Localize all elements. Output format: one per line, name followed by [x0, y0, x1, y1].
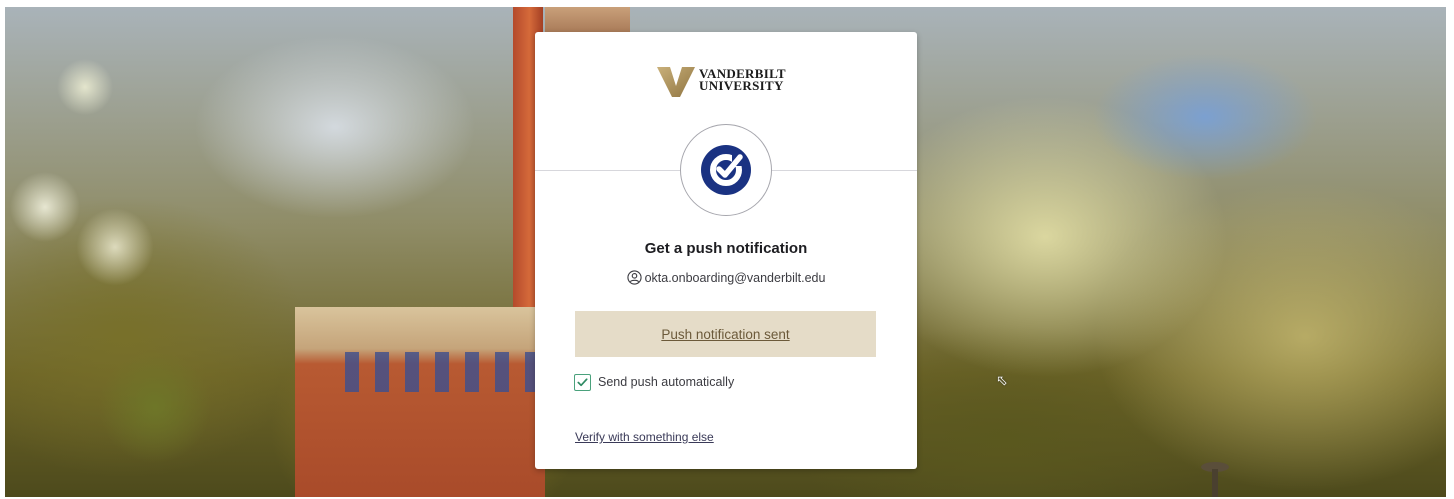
vanderbilt-v-icon [657, 67, 695, 97]
building-windows [345, 352, 535, 392]
campus-building [295, 307, 545, 497]
tower-top [545, 7, 630, 35]
send-push-auto-checkbox[interactable] [574, 374, 591, 391]
university-name: VANDERBILT UNIVERSITY [699, 67, 786, 93]
checkmark-icon [577, 378, 588, 387]
foliage-left [5, 7, 305, 497]
push-notification-button[interactable]: Push notification sent [575, 311, 876, 357]
vanderbilt-logo: VANDERBILT UNIVERSITY [656, 64, 801, 98]
auth-card: VANDERBILT UNIVERSITY Get a push notific… [535, 32, 917, 469]
user-circle-icon [626, 270, 642, 285]
identity-email: okta.onboarding@vanderbilt.edu [644, 271, 826, 285]
send-push-auto-label[interactable]: Send push automatically [598, 375, 734, 389]
logo-line-2: UNIVERSITY [699, 78, 784, 93]
factor-badge [680, 124, 772, 216]
verify-with-something-else-link[interactable]: Verify with something else [575, 430, 714, 444]
mouse-cursor-icon: ⬁ [996, 372, 1008, 388]
okta-verify-check-icon [701, 145, 751, 195]
page-title: Get a push notification [644, 240, 808, 257]
user-identifier: okta.onboarding@vanderbilt.edu [535, 270, 917, 285]
lamp-post [1212, 469, 1218, 497]
